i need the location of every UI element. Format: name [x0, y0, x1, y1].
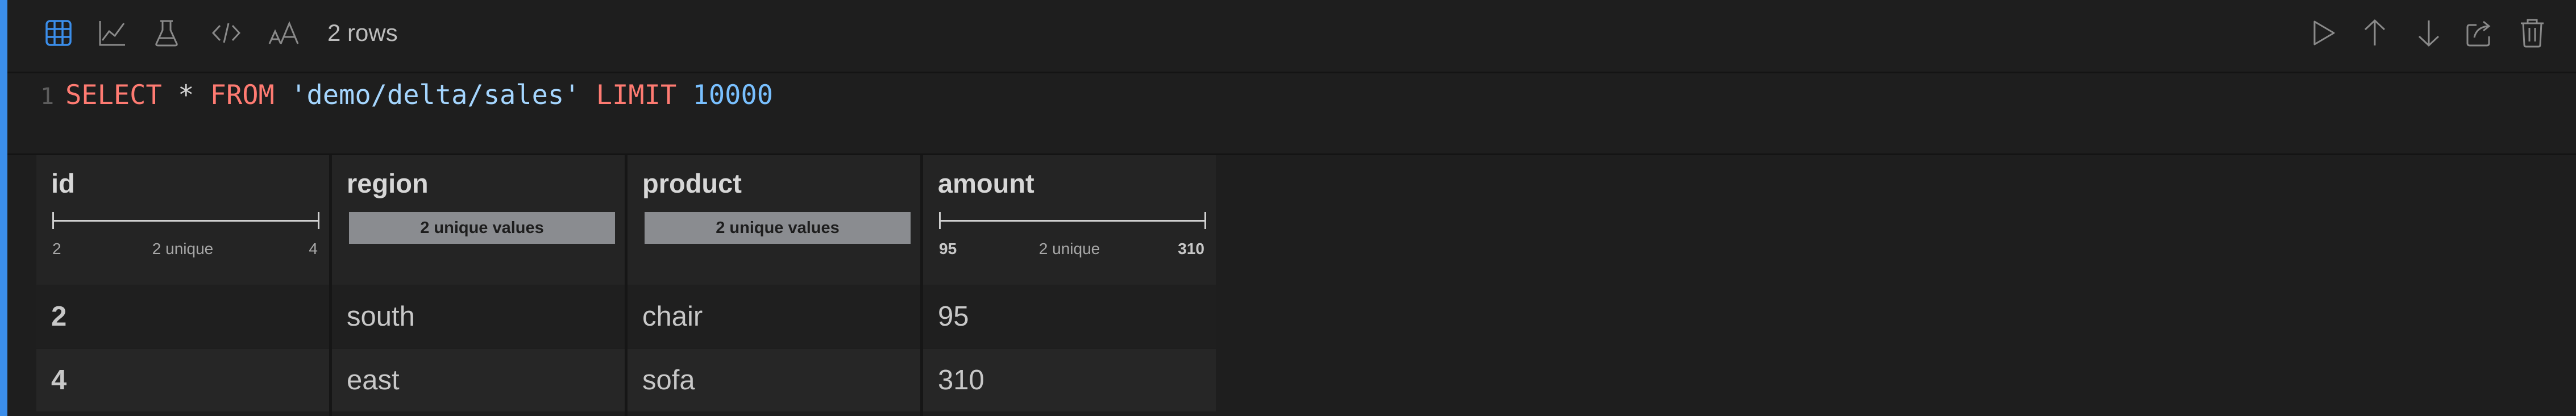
unique-count: 2 unique [1038, 240, 1100, 257]
table-cell: east [347, 365, 400, 396]
table-row[interactable]: chair [628, 285, 920, 348]
table-view-icon[interactable] [41, 16, 76, 50]
table-cell: chair [642, 301, 703, 332]
line-number: 1 [40, 84, 55, 110]
table-row[interactable]: sofa [628, 349, 920, 411]
code-icon[interactable] [209, 16, 243, 50]
sql-editor[interactable]: 1 SELECT * FROM 'demo/delta/sales' LIMIT… [7, 73, 2576, 155]
table-row[interactable]: 2 [36, 285, 329, 348]
table-cell: sofa [642, 365, 695, 396]
column-name: id [51, 168, 75, 198]
table-cell: south [347, 301, 415, 332]
results-table: id 2 unique 2 4 2 4 region 2 unique valu… [36, 155, 1219, 416]
table-cell: 2 [51, 301, 67, 332]
column-divider[interactable] [625, 155, 628, 416]
table-cell: 95 [938, 301, 969, 332]
column-divider[interactable] [920, 155, 923, 416]
range-max: 310 [1178, 240, 1204, 257]
table-row[interactable]: 95 [923, 285, 1216, 348]
flask-icon[interactable] [149, 16, 184, 50]
notebook-cell: 2 rows 1 SELECT * FROM 'demo/delta/sales… [0, 0, 2576, 416]
table-row[interactable]: 4 [36, 349, 329, 411]
text-size-icon[interactable] [267, 16, 301, 50]
column-name: region [347, 168, 429, 198]
table-cell: 310 [938, 365, 984, 396]
range-summary-bar [52, 212, 319, 229]
cell-selection-indicator [0, 0, 7, 416]
unique-count: 2 unique [152, 240, 214, 257]
column-region: region 2 unique values south east [332, 155, 625, 416]
column-header[interactable]: region 2 unique values [332, 155, 625, 285]
chart-view-icon[interactable] [95, 16, 130, 50]
column-name: amount [938, 168, 1034, 198]
range-axis [939, 220, 1206, 222]
table-path-string: 'demo/delta/sales' [290, 80, 580, 111]
column-amount: amount 2 unique 95 310 95 310 [923, 155, 1216, 416]
table-row[interactable]: east [332, 349, 625, 411]
range-cap-max [1204, 212, 1206, 229]
table-row[interactable]: 310 [923, 349, 1216, 411]
categorical-summary-bar[interactable]: 2 unique values [349, 212, 615, 244]
table-row[interactable]: south [332, 285, 625, 348]
range-min: 95 [939, 240, 957, 257]
operator-star: * [161, 80, 210, 111]
column-name: product [642, 168, 742, 198]
keyword-limit: LIMIT [596, 80, 677, 111]
column-product: product 2 unique values chair sofa [628, 155, 920, 416]
limit-value: 10000 [692, 80, 774, 111]
move-up-icon[interactable] [2358, 16, 2392, 50]
categorical-summary-bar[interactable]: 2 unique values [645, 212, 911, 244]
move-down-icon[interactable] [2412, 16, 2446, 50]
row-count-label: 2 rows [327, 19, 398, 46]
range-cap-min [939, 212, 941, 229]
column-header[interactable]: amount 2 unique 95 310 [923, 155, 1216, 285]
range-cap-min [52, 212, 54, 229]
keyword-select: SELECT [65, 80, 162, 111]
cell-toolbar: 2 rows [7, 0, 2576, 73]
keyword-from: FROM [210, 80, 275, 111]
column-divider[interactable] [329, 155, 332, 416]
range-cap-max [318, 212, 319, 229]
column-header[interactable]: product 2 unique values [628, 155, 920, 285]
range-max: 4 [309, 240, 318, 257]
column-header[interactable]: id 2 unique 2 4 [36, 155, 329, 285]
column-id: id 2 unique 2 4 2 4 [36, 155, 329, 416]
share-icon[interactable] [2463, 16, 2497, 50]
range-summary-bar [939, 212, 1206, 229]
sql-code-line[interactable]: SELECT * FROM 'demo/delta/sales' LIMIT 1… [65, 78, 773, 113]
run-icon[interactable] [2306, 16, 2340, 50]
range-min: 2 [52, 240, 61, 257]
range-axis [52, 220, 319, 222]
table-cell: 4 [51, 365, 67, 396]
trash-icon[interactable] [2515, 16, 2549, 50]
